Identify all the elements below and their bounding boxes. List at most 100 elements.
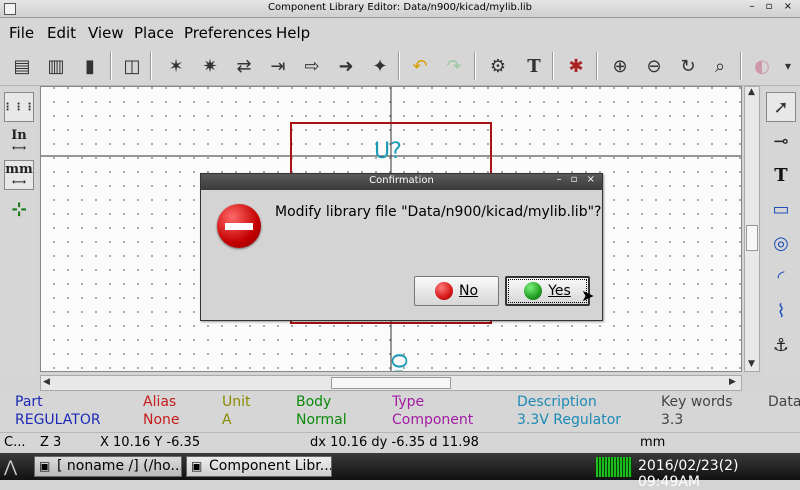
- menu-preferences[interactable]: Preferences: [184, 24, 272, 42]
- no-button[interactable]: No: [414, 276, 499, 306]
- scroll-right-icon[interactable]: ▶: [729, 377, 736, 387]
- mm-arrow-icon: ⟷: [11, 177, 27, 188]
- no-label: No: [458, 283, 479, 299]
- import-part-icon[interactable]: ⇨: [298, 52, 326, 80]
- units-mm-button[interactable]: mm ⟷: [4, 160, 34, 190]
- menu-edit[interactable]: Edit: [47, 24, 76, 42]
- vertical-scroll-thumb[interactable]: [746, 225, 758, 251]
- no-icon: [434, 282, 453, 300]
- add-text-icon[interactable]: T: [766, 160, 796, 190]
- part-properties-icon[interactable]: ⚙: [484, 52, 512, 80]
- window-title: Component Library Editor: Data/n900/kica…: [268, 2, 532, 13]
- part-select-icon[interactable]: ◐: [748, 52, 776, 80]
- toolbar-separator: [110, 52, 112, 80]
- add-arc-icon[interactable]: ◜: [766, 262, 796, 292]
- save-part-icon[interactable]: ⇥: [264, 52, 292, 80]
- inch-arrow-icon: ⟷: [11, 143, 27, 154]
- horizontal-scroll-thumb[interactable]: [331, 377, 451, 389]
- status-bar: C... Z 3 X 10.16 Y -6.35 dx 10.16 dy -6.…: [0, 432, 800, 452]
- add-polyline-icon[interactable]: ⌇: [766, 296, 796, 326]
- add-rectangle-icon[interactable]: ▭: [766, 194, 796, 224]
- taskbar-task-terminal[interactable]: ▣ [ noname /] (/ho...: [34, 456, 182, 477]
- cpu-monitor-graph: [596, 457, 632, 477]
- zoom-in-icon[interactable]: ⊕: [606, 52, 634, 80]
- redo-icon[interactable]: ↷: [440, 52, 468, 80]
- component-reference[interactable]: U?: [374, 139, 402, 164]
- msg-header-unit: Unit: [222, 394, 251, 410]
- export-part-icon[interactable]: ➜: [332, 52, 360, 80]
- msg-header-part: Part: [15, 394, 43, 410]
- menu-view[interactable]: View: [88, 24, 124, 42]
- scroll-up-icon[interactable]: ▲: [748, 87, 755, 97]
- menu-help[interactable]: Help: [276, 24, 310, 42]
- status-abs-coords: X 10.16 Y -6.35: [100, 435, 201, 450]
- new-library-icon[interactable]: ✦: [366, 52, 394, 80]
- message-panel: Part REGULATOR Alias None Unit A Body No…: [0, 393, 800, 431]
- add-circle-icon[interactable]: ◎: [766, 228, 796, 258]
- yes-icon: [524, 282, 543, 300]
- menu-file[interactable]: File: [9, 24, 34, 42]
- units-inch-button[interactable]: In ⟷: [4, 126, 34, 156]
- cursor-shape-icon[interactable]: ⊹: [4, 194, 34, 224]
- confirmation-dialog: Confirmation – ▫ × Modify library file "…: [200, 173, 603, 321]
- task-terminal-label: [ noname /] (/ho...: [57, 458, 182, 474]
- yes-label: Yes: [548, 283, 571, 299]
- menu-place[interactable]: Place: [134, 24, 174, 42]
- msg-value-alias: None: [143, 412, 180, 428]
- mouse-cursor-icon: ➤: [581, 286, 595, 305]
- status-zoom: Z 3: [40, 435, 62, 450]
- taskbar: ⋀ ▣ [ noname /] (/ho... ▣ Component Libr..…: [0, 453, 800, 490]
- menubar: File Edit View Place Preferences Help: [0, 19, 800, 46]
- msg-header-type: Type: [392, 394, 425, 410]
- main-toolbar: ▤ ▥ ▮ ◫ ✶ ✷ ⇄ ⇥ ⇨ ➜ ✦ ↶ ↷ ⚙ T ✱ ⊕ ⊖ ↻ ⌕ …: [0, 46, 800, 86]
- scroll-down-icon[interactable]: ▼: [748, 359, 755, 369]
- msg-value-type: Component: [392, 412, 474, 428]
- save-library-icon[interactable]: ▤: [8, 52, 36, 80]
- select-arrow-icon[interactable]: ➚: [766, 92, 796, 122]
- grid-toggle-icon[interactable]: ⋮⋮⋮: [3, 92, 35, 122]
- select-library-icon[interactable]: ▥: [42, 52, 70, 80]
- load-part-icon[interactable]: ✷: [196, 52, 224, 80]
- anchor-icon[interactable]: ⚓: [766, 330, 796, 360]
- mm-label: mm: [5, 162, 33, 177]
- taskbar-clock: 2016/02/23(2) 09:49AM: [638, 458, 739, 490]
- pin-name-out: Out: [387, 353, 411, 372]
- text-tool-icon[interactable]: T: [520, 52, 548, 80]
- taskbar-task-kicad[interactable]: ▣ Component Libr...: [186, 456, 332, 477]
- status-c-label: C...: [4, 435, 26, 450]
- redraw-icon[interactable]: ↻: [674, 52, 702, 80]
- msg-header-description: Description: [517, 394, 597, 410]
- new-part-icon[interactable]: ✶: [162, 52, 190, 80]
- kicad-window-icon: ▣: [191, 459, 203, 473]
- right-toolbar: ➚ ⊸ T ▭ ◎ ◜ ⌇ ⚓: [762, 86, 800, 376]
- horizontal-scrollbar[interactable]: ◀ ▶: [40, 375, 742, 391]
- toolbar-separator: [740, 52, 742, 80]
- window-controls[interactable]: – ▫ ×: [749, 1, 796, 12]
- add-pin-icon[interactable]: ⊸: [766, 126, 796, 156]
- status-units: mm: [640, 435, 666, 450]
- start-menu-icon[interactable]: ⋀: [4, 457, 30, 477]
- erc-check-icon[interactable]: ✱: [562, 52, 590, 80]
- msg-value-keywords: 3.3: [661, 412, 684, 428]
- msg-value-part: REGULATOR: [15, 412, 101, 428]
- library-browser-icon[interactable]: ◫: [118, 52, 146, 80]
- dialog-window-controls[interactable]: – ▫ ×: [556, 174, 598, 185]
- inch-label: In: [11, 128, 27, 143]
- toolbar-separator: [150, 52, 152, 80]
- msg-value-body: Normal: [296, 412, 347, 428]
- dialog-message: Modify library file "Data/n900/kicad/myl…: [275, 204, 602, 220]
- msg-header-data: Data: [768, 394, 800, 410]
- dialog-title: Confirmation: [201, 174, 602, 190]
- undo-icon[interactable]: ↶: [406, 52, 434, 80]
- scroll-left-icon[interactable]: ◀: [43, 377, 50, 387]
- toolbar-overflow-icon[interactable]: ▾: [774, 52, 800, 80]
- create-from-current-icon[interactable]: ⇄: [230, 52, 258, 80]
- yes-button[interactable]: Yes: [505, 276, 590, 306]
- zoom-fit-icon[interactable]: ⌕: [706, 52, 734, 80]
- terminal-icon: ▣: [39, 459, 51, 473]
- delete-part-icon[interactable]: ▮: [76, 52, 104, 80]
- zoom-out-icon[interactable]: ⊖: [640, 52, 668, 80]
- msg-header-keywords: Key words: [661, 394, 733, 410]
- vertical-scrollbar[interactable]: ▲ ▼: [744, 86, 760, 372]
- stop-icon: [217, 204, 261, 248]
